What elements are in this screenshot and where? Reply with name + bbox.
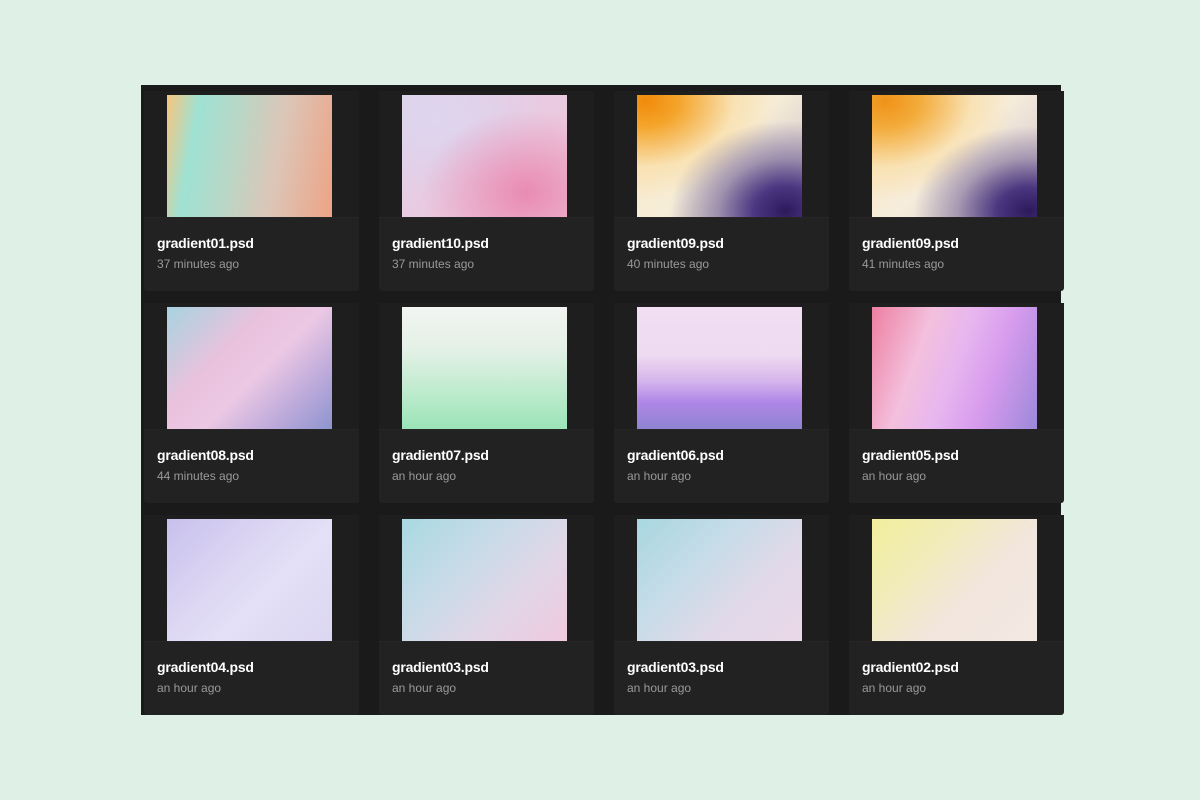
modified-time: an hour ago xyxy=(392,681,457,695)
file-name[interactable]: gradient01.psd xyxy=(157,235,254,251)
gradient-thumbnail[interactable] xyxy=(167,519,332,641)
file-card[interactable]: gradient01.psd 37 minutes ago xyxy=(144,91,359,291)
modified-time: an hour ago xyxy=(862,469,927,483)
file-name[interactable]: gradient08.psd xyxy=(157,447,254,463)
file-name[interactable]: gradient07.psd xyxy=(392,447,489,463)
file-card[interactable]: gradient05.psd an hour ago xyxy=(849,303,1064,503)
file-card[interactable]: gradient03.psd an hour ago xyxy=(614,515,829,715)
thumbnail-area xyxy=(379,515,594,642)
file-card[interactable]: gradient09.psd 40 minutes ago xyxy=(614,91,829,291)
file-card[interactable]: gradient03.psd an hour ago xyxy=(379,515,594,715)
file-card[interactable]: gradient08.psd 44 minutes ago xyxy=(144,303,359,503)
thumbnail-area xyxy=(614,303,829,430)
modified-time: 44 minutes ago xyxy=(157,469,240,483)
file-name[interactable]: gradient03.psd xyxy=(392,659,489,675)
file-name[interactable]: gradient05.psd xyxy=(862,447,959,463)
modified-time: 37 minutes ago xyxy=(392,257,475,271)
thumbnail-area xyxy=(614,515,829,642)
thumbnail-area xyxy=(849,303,1064,430)
gradient-thumbnail[interactable] xyxy=(637,95,802,217)
file-name[interactable]: gradient03.psd xyxy=(627,659,724,675)
file-card[interactable]: gradient02.psd an hour ago xyxy=(849,515,1064,715)
gradient-thumbnail[interactable] xyxy=(402,519,567,641)
gradient-thumbnail[interactable] xyxy=(872,519,1037,641)
modified-time: an hour ago xyxy=(627,681,692,695)
gradient-thumbnail[interactable] xyxy=(167,307,332,429)
file-name[interactable]: gradient02.psd xyxy=(862,659,959,675)
modified-time: an hour ago xyxy=(627,469,692,483)
modified-time: 37 minutes ago xyxy=(157,257,240,271)
gradient-thumbnail[interactable] xyxy=(872,95,1037,217)
file-name[interactable]: gradient06.psd xyxy=(627,447,724,463)
thumbnail-area xyxy=(144,91,359,218)
modified-time: an hour ago xyxy=(862,681,927,695)
gradient-thumbnail[interactable] xyxy=(637,519,802,641)
file-name[interactable]: gradient09.psd xyxy=(627,235,724,251)
file-name[interactable]: gradient10.psd xyxy=(392,235,489,251)
thumbnail-area xyxy=(379,91,594,218)
thumbnail-area xyxy=(614,91,829,218)
file-card[interactable]: gradient10.psd 37 minutes ago xyxy=(379,91,594,291)
gradient-thumbnail[interactable] xyxy=(402,95,567,217)
file-name[interactable]: gradient09.psd xyxy=(862,235,959,251)
thumbnail-area xyxy=(144,303,359,430)
gradient-thumbnail[interactable] xyxy=(402,307,567,429)
thumbnail-area xyxy=(379,303,594,430)
gradient-thumbnail[interactable] xyxy=(637,307,802,429)
thumbnail-area xyxy=(849,515,1064,642)
file-card[interactable]: gradient06.psd an hour ago xyxy=(614,303,829,503)
file-card[interactable]: gradient09.psd 41 minutes ago xyxy=(849,91,1064,291)
gradient-thumbnail[interactable] xyxy=(167,95,332,217)
file-name[interactable]: gradient04.psd xyxy=(157,659,254,675)
file-card[interactable]: gradient04.psd an hour ago xyxy=(144,515,359,715)
modified-time: an hour ago xyxy=(392,469,457,483)
thumbnail-area xyxy=(144,515,359,642)
file-grid: gradient01.psd 37 minutes ago gradient10… xyxy=(141,85,1064,715)
modified-time: 41 minutes ago xyxy=(862,257,945,271)
thumbnail-area xyxy=(849,91,1064,218)
gradient-thumbnail[interactable] xyxy=(872,307,1037,429)
file-card[interactable]: gradient07.psd an hour ago xyxy=(379,303,594,503)
modified-time: an hour ago xyxy=(157,681,222,695)
file-browser-panel: gradient01.psd 37 minutes ago gradient10… xyxy=(141,85,1064,715)
modified-time: 40 minutes ago xyxy=(627,257,710,271)
